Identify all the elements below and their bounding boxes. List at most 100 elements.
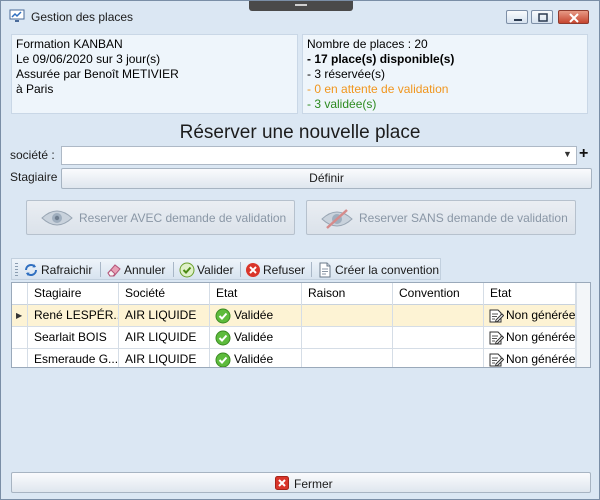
- define-trainee-button[interactable]: Définir: [61, 168, 592, 189]
- close-icon: [275, 476, 289, 496]
- status-text: Validée: [234, 352, 274, 366]
- reason-cell[interactable]: [302, 305, 393, 327]
- create-convention-label: Créer la convention: [335, 263, 440, 277]
- column-header-trainee[interactable]: Stagiaire: [28, 283, 119, 305]
- close-icon: [569, 13, 579, 23]
- refresh-label: Rafraichir: [41, 263, 93, 277]
- seats-icon: [9, 9, 25, 23]
- vertical-scrollbar[interactable]: [576, 283, 590, 367]
- convention-cell[interactable]: [393, 305, 484, 327]
- row-header[interactable]: ▶: [12, 305, 28, 327]
- convention-status-text: Non générée: [506, 352, 576, 366]
- create-convention-button[interactable]: Créer la convention: [317, 262, 441, 278]
- company-combobox[interactable]: [61, 146, 577, 165]
- check-circle-icon: [179, 262, 195, 278]
- row-pointer-icon: ▶: [16, 311, 23, 320]
- window-close-button[interactable]: [558, 10, 589, 24]
- column-header-status[interactable]: Etat: [210, 283, 302, 305]
- reason-cell[interactable]: [302, 327, 393, 349]
- company-cell[interactable]: AIR LIQUIDE: [119, 349, 210, 367]
- eye-crossed-icon: [320, 208, 354, 233]
- column-header-company[interactable]: Société: [119, 283, 210, 305]
- table-row[interactable]: Esmeraude G... AIR LIQUIDE Validée Non g…: [12, 349, 590, 367]
- convention-status-text: Non générée: [506, 308, 576, 322]
- trainee-cell[interactable]: Esmeraude G...: [28, 349, 119, 367]
- row-header-corner: [12, 283, 28, 305]
- title-bar: Gestion des places: [1, 1, 599, 31]
- trainee-cell[interactable]: René LESPÉR...: [28, 305, 119, 327]
- minimize-button[interactable]: [506, 10, 528, 24]
- company-label: société :: [10, 148, 55, 162]
- cancel-button[interactable]: Annuler: [106, 262, 172, 278]
- training-info-panel: Formation KANBAN Le 09/06/2020 sur 3 jou…: [11, 34, 298, 114]
- reserve-without-validation-label: Reserver SANS demande de validation: [359, 211, 568, 225]
- trainee-cell[interactable]: Searlait BOIS: [28, 327, 119, 349]
- close-dialog-button[interactable]: Fermer: [11, 472, 591, 493]
- total-seats: Nombre de places : 20: [307, 37, 428, 51]
- document-edit-icon: [489, 309, 504, 323]
- training-date: Le 09/06/2020 sur 3 jour(s): [16, 52, 161, 66]
- convention-cell[interactable]: [393, 327, 484, 349]
- training-trainer: Assurée par Benoît METIVIER: [16, 67, 179, 81]
- table-row[interactable]: Searlait BOIS AIR LIQUIDE Validée Non gé…: [12, 327, 590, 349]
- reservations-grid: Stagiaire Société Etat Raison Convention…: [11, 282, 591, 368]
- trainee-label: Stagiaire :: [10, 170, 65, 184]
- refresh-button[interactable]: Rafraichir: [23, 262, 105, 278]
- column-header-convention[interactable]: Convention: [393, 283, 484, 305]
- row-header[interactable]: [12, 349, 28, 367]
- refresh-icon: [25, 264, 37, 276]
- training-name: Formation KANBAN: [16, 37, 123, 51]
- column-header-convention-status[interactable]: Etat: [484, 283, 576, 305]
- window-title: Gestion des places: [31, 10, 134, 24]
- window-drag-grip[interactable]: [249, 1, 353, 11]
- validate-button[interactable]: Valider: [179, 262, 241, 278]
- grid-header: Stagiaire Société Etat Raison Convention…: [12, 283, 590, 305]
- cancel-label: Annuler: [124, 263, 166, 277]
- validate-label: Valider: [197, 263, 234, 277]
- close-dialog-label: Fermer: [294, 477, 333, 491]
- toolbar-grip[interactable]: [15, 263, 18, 276]
- convention-status-cell[interactable]: Non générée: [484, 327, 576, 349]
- reserve-with-validation-button[interactable]: Reserver AVEC demande de validation: [26, 200, 295, 235]
- status-cell[interactable]: Validée: [210, 305, 302, 327]
- status-cell[interactable]: Validée: [210, 327, 302, 349]
- add-company-button[interactable]: +: [579, 145, 588, 163]
- maximize-button[interactable]: [531, 10, 553, 24]
- grid-toolbar: Rafraichir Annuler Valider Refuser Créer…: [11, 258, 441, 280]
- reserve-with-validation-label: Reserver AVEC demande de validation: [79, 211, 287, 225]
- convention-status-cell[interactable]: Non générée: [484, 349, 576, 367]
- convention-cell[interactable]: [393, 349, 484, 367]
- document-icon: [319, 262, 331, 278]
- training-location: à Paris: [16, 82, 54, 96]
- refuse-icon: [246, 263, 260, 277]
- convention-status-cell[interactable]: Non générée: [484, 305, 576, 327]
- refuse-button[interactable]: Refuser: [245, 262, 309, 278]
- toolbar-separator: [100, 262, 101, 277]
- table-row[interactable]: ▶ René LESPÉR... AIR LIQUIDE Validée Non…: [12, 305, 590, 327]
- toolbar-separator: [240, 262, 241, 277]
- company-cell[interactable]: AIR LIQUIDE: [119, 305, 210, 327]
- toolbar-separator: [311, 262, 312, 277]
- eye-icon: [40, 208, 74, 231]
- pending-seats: - 0 en attente de validation: [307, 82, 449, 96]
- check-circle-icon: [215, 352, 231, 367]
- row-header[interactable]: [12, 327, 28, 349]
- maximize-icon: [538, 13, 548, 22]
- check-circle-icon: [215, 308, 231, 324]
- check-circle-icon: [215, 330, 231, 346]
- chevron-down-icon[interactable]: ▼: [563, 149, 572, 159]
- document-edit-icon: [489, 331, 504, 345]
- seats-stats-panel: Nombre de places : 20 - 17 place(s) disp…: [302, 34, 588, 114]
- status-text: Validée: [234, 308, 274, 322]
- eraser-icon: [107, 264, 121, 277]
- reserved-seats: - 3 réservée(s): [307, 67, 386, 81]
- status-cell[interactable]: Validée: [210, 349, 302, 367]
- column-header-reason[interactable]: Raison: [302, 283, 393, 305]
- company-cell[interactable]: AIR LIQUIDE: [119, 327, 210, 349]
- reserve-without-validation-button[interactable]: Reserver SANS demande de validation: [306, 200, 576, 235]
- document-edit-icon: [489, 353, 504, 367]
- places-management-window: Gestion des places Formation KANBAN Le 0…: [0, 0, 600, 500]
- refuse-label: Refuser: [263, 263, 306, 277]
- reason-cell[interactable]: [302, 349, 393, 367]
- available-seats: - 17 place(s) disponible(s): [307, 52, 455, 66]
